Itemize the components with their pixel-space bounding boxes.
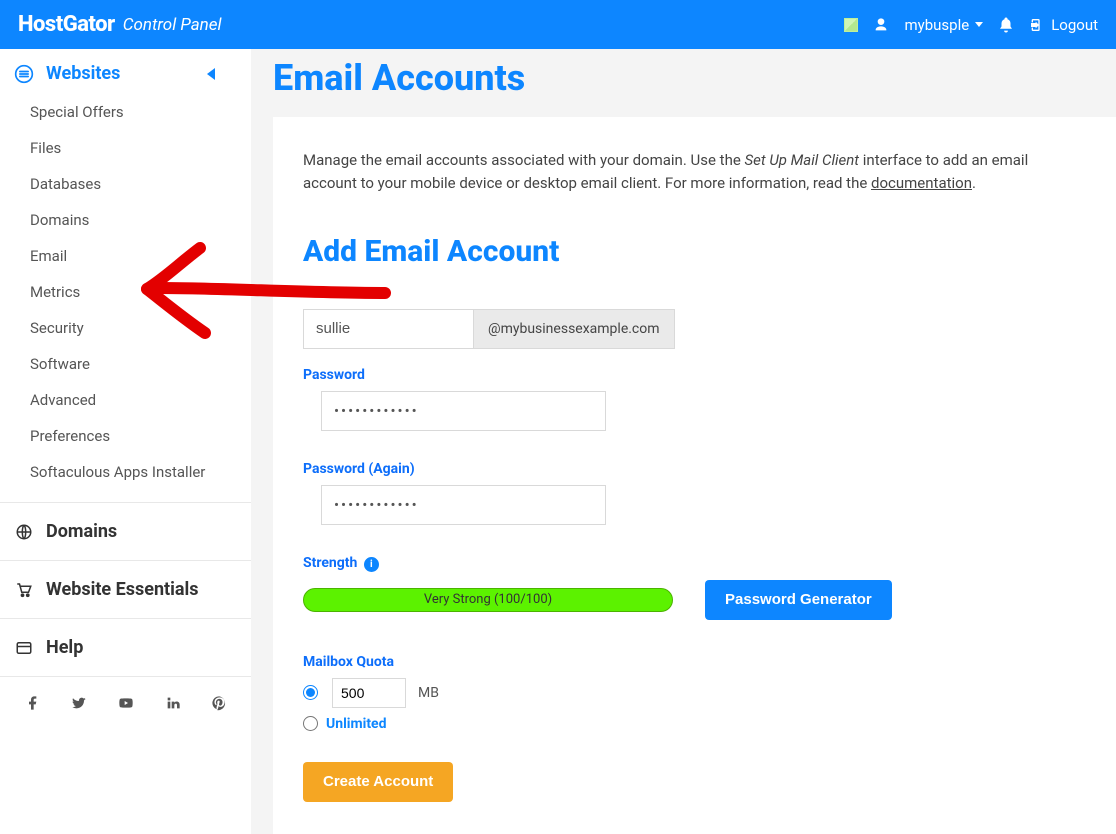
sidebar-item-files[interactable]: Files: [0, 130, 251, 166]
sidebar-section-websites-label: Websites: [46, 63, 120, 84]
collapse-sidebar-icon[interactable]: [207, 68, 215, 80]
documentation-link[interactable]: documentation: [871, 174, 972, 192]
sidebar-item-domains[interactable]: Domains: [0, 202, 251, 238]
chevron-down-icon: [975, 22, 983, 27]
password-generator-button[interactable]: Password Generator: [705, 580, 892, 620]
quota-fixed-radio[interactable]: [303, 685, 318, 700]
create-account-button[interactable]: Create Account: [303, 762, 453, 802]
sidebar-item-email[interactable]: Email: [0, 238, 251, 274]
sidebar-item-metrics[interactable]: Metrics: [0, 274, 251, 310]
intro-text: Manage the email accounts associated wit…: [303, 149, 1063, 196]
user-dropdown[interactable]: mybusple: [904, 16, 983, 34]
sidebar: Websites Special Offers Files Databases …: [0, 49, 251, 834]
logout-label: Logout: [1051, 16, 1098, 34]
form-heading: Add Email Account: [303, 234, 1086, 269]
email-domain-addon: @mybusinessexample.com: [473, 309, 675, 349]
quota-label: Mailbox Quota: [303, 654, 1086, 670]
sidebar-section-essentials[interactable]: Website Essentials: [0, 573, 251, 606]
strength-label: Strength i: [303, 555, 1086, 572]
twitter-icon[interactable]: [71, 695, 87, 711]
cart-icon: [14, 580, 34, 600]
quota-unit-label: MB: [418, 685, 439, 701]
brand-logo: HostGator: [18, 12, 115, 37]
sidebar-section-domains[interactable]: Domains: [0, 515, 251, 548]
sidebar-item-special-offers[interactable]: Special Offers: [0, 94, 251, 130]
quota-unlimited-label: Unlimited: [326, 716, 387, 732]
youtube-icon[interactable]: [117, 695, 135, 711]
password-again-label: Password (Again): [303, 461, 1086, 477]
avatar-broken-image-icon: [844, 18, 858, 32]
sidebar-item-softaculous[interactable]: Softaculous Apps Installer: [0, 454, 251, 490]
social-links: [0, 677, 251, 729]
logout-button[interactable]: Logout: [1029, 16, 1098, 34]
content-panel: Manage the email accounts associated wit…: [273, 117, 1116, 834]
sidebar-section-essentials-label: Website Essentials: [46, 579, 199, 600]
strength-meter: Very Strong (100/100): [303, 588, 673, 612]
sidebar-item-preferences[interactable]: Preferences: [0, 418, 251, 454]
main-content: Email Accounts Manage the email accounts…: [251, 49, 1116, 834]
user-icon: [872, 16, 890, 34]
facebook-icon[interactable]: [25, 695, 41, 711]
globe-icon: [14, 522, 34, 542]
sidebar-item-databases[interactable]: Databases: [0, 166, 251, 202]
username-label: mybusple: [904, 16, 969, 34]
info-icon[interactable]: i: [364, 557, 379, 572]
email-label: Email: [303, 285, 1086, 301]
linkedin-icon[interactable]: [165, 695, 181, 711]
top-bar: HostGator Control Panel mybusple Logout: [0, 0, 1116, 49]
password-input[interactable]: [321, 391, 606, 431]
brand-subtitle: Control Panel: [123, 15, 222, 35]
password-label: Password: [303, 367, 1086, 383]
password-again-input[interactable]: [321, 485, 606, 525]
hamburger-circle-icon: [14, 64, 34, 84]
quota-unlimited-radio[interactable]: [303, 716, 318, 731]
sidebar-section-websites[interactable]: Websites: [0, 57, 251, 90]
sidebar-section-help[interactable]: Help: [0, 631, 251, 664]
email-local-input[interactable]: [303, 309, 473, 349]
sidebar-section-domains-label: Domains: [46, 521, 117, 542]
page-title: Email Accounts: [273, 57, 1116, 99]
pinterest-icon[interactable]: [211, 695, 227, 711]
bell-icon[interactable]: [997, 16, 1015, 34]
help-icon: [14, 638, 34, 658]
quota-value-input[interactable]: [332, 678, 406, 708]
sidebar-item-security[interactable]: Security: [0, 310, 251, 346]
sidebar-section-help-label: Help: [46, 637, 83, 658]
sidebar-item-advanced[interactable]: Advanced: [0, 382, 251, 418]
sidebar-item-software[interactable]: Software: [0, 346, 251, 382]
